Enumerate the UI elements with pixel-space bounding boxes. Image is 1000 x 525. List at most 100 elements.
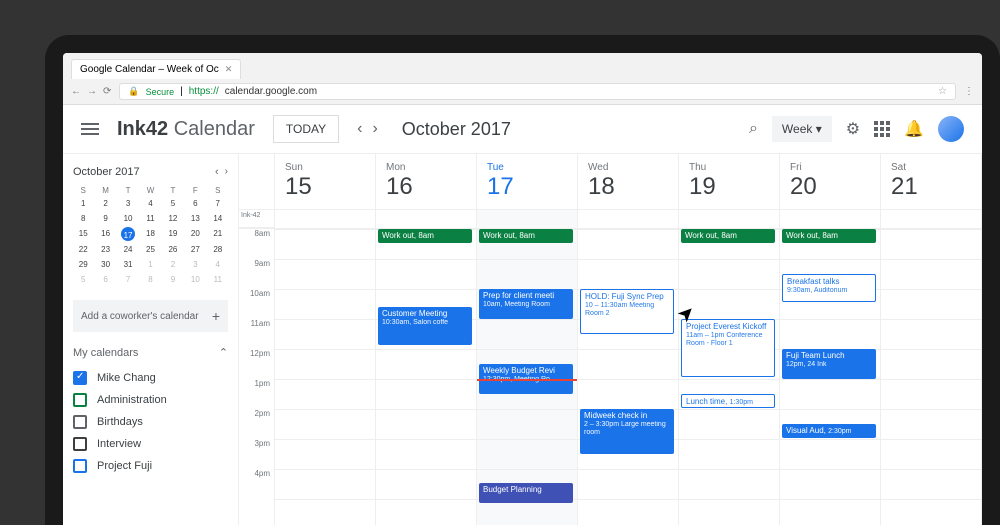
mini-cal-day[interactable]: 22: [73, 243, 93, 256]
calendar-checkbox[interactable]: [73, 459, 87, 473]
mini-cal-day[interactable]: 28: [208, 243, 228, 256]
calendar-item[interactable]: Birthdays: [73, 411, 228, 433]
apps-grid-icon[interactable]: [874, 121, 890, 137]
mini-cal-day[interactable]: 5: [73, 273, 93, 286]
browser-menu-icon[interactable]: ⋮: [964, 86, 974, 97]
collapse-icon[interactable]: ⌃: [219, 346, 228, 359]
mini-cal-day[interactable]: 9: [163, 273, 183, 286]
mini-cal-day[interactable]: 29: [73, 258, 93, 271]
calendar-item[interactable]: Interview: [73, 433, 228, 455]
mini-cal-day[interactable]: 14: [208, 212, 228, 225]
mini-cal-day[interactable]: 4: [208, 258, 228, 271]
mini-cal-day[interactable]: 16: [95, 227, 115, 241]
mini-cal-day[interactable]: 27: [185, 243, 205, 256]
reload-icon[interactable]: ⟳: [103, 86, 111, 97]
mini-cal-day[interactable]: 8: [140, 273, 160, 286]
day-header[interactable]: Sat21: [881, 154, 982, 210]
mini-cal-day[interactable]: 21: [208, 227, 228, 241]
day-header[interactable]: Mon16: [376, 154, 477, 210]
mini-cal-day[interactable]: 12: [163, 212, 183, 225]
day-header[interactable]: Tue17: [477, 154, 578, 210]
add-coworker-calendar[interactable]: Add a coworker's calendar +: [73, 300, 228, 332]
event-hold-fuji[interactable]: HOLD: Fuji Sync Prep10 – 11:30am Meeting…: [580, 289, 674, 334]
event-breakfast-talks[interactable]: Breakfast talks9:30am, Auditorium: [782, 274, 876, 302]
mini-cal-day[interactable]: 7: [118, 273, 138, 286]
mini-cal-day[interactable]: 26: [163, 243, 183, 256]
day-header[interactable]: Fri20: [780, 154, 881, 210]
mini-cal-day[interactable]: 4: [140, 197, 160, 210]
mini-cal-day[interactable]: 24: [118, 243, 138, 256]
event-workout[interactable]: Work out, 8am: [479, 229, 573, 243]
view-selector[interactable]: Week ▾: [772, 116, 832, 142]
day-column-mon[interactable]: Work out, 8am Customer Meeting10:30am, S…: [376, 229, 477, 525]
day-header[interactable]: Thu19: [679, 154, 780, 210]
mini-cal-day[interactable]: 15: [73, 227, 93, 241]
event-workout[interactable]: Work out, 8am: [378, 229, 472, 243]
event-lunch-time[interactable]: Lunch time, 1:30pm: [681, 394, 775, 408]
day-column-fri[interactable]: Work out, 8am Breakfast talks9:30am, Aud…: [780, 229, 881, 525]
mini-cal-day[interactable]: 2: [95, 197, 115, 210]
event-customer-meeting[interactable]: Customer Meeting10:30am, Salon coffe: [378, 307, 472, 345]
settings-gear-icon[interactable]: ⚙: [846, 119, 860, 139]
event-prep-client[interactable]: Prep for client meeti10am, Meeting Room: [479, 289, 573, 319]
event-fuji-lunch[interactable]: Fuji Team Lunch12pm, 24 Ink: [782, 349, 876, 379]
day-column-thu[interactable]: Work out, 8am Project Everest Kickoff11a…: [679, 229, 780, 525]
search-icon[interactable]: ⌕: [749, 120, 758, 138]
calendar-checkbox[interactable]: [73, 415, 87, 429]
event-midweek-checkin[interactable]: Midweek check in2 – 3:30pm Large meeting…: [580, 409, 674, 454]
prev-period-icon[interactable]: ‹: [357, 120, 362, 138]
calendar-checkbox[interactable]: [73, 437, 87, 451]
day-header[interactable]: Wed18: [578, 154, 679, 210]
mini-cal-day[interactable]: 8: [73, 212, 93, 225]
calendar-item[interactable]: Administration: [73, 389, 228, 411]
browser-tab[interactable]: Google Calendar – Week of Oc ✕: [71, 59, 241, 79]
event-workout[interactable]: Work out, 8am: [782, 229, 876, 243]
mini-cal-day[interactable]: 11: [208, 273, 228, 286]
mini-cal-day[interactable]: 9: [95, 212, 115, 225]
mini-cal-day[interactable]: 18: [140, 227, 160, 241]
day-column-tue[interactable]: Work out, 8am Prep for client meeti10am,…: [477, 229, 578, 525]
user-avatar[interactable]: [938, 116, 964, 142]
back-icon[interactable]: ←: [71, 86, 81, 97]
mini-cal-day[interactable]: 1: [73, 197, 93, 210]
mini-cal-day[interactable]: 20: [185, 227, 205, 241]
day-column-wed[interactable]: HOLD: Fuji Sync Prep10 – 11:30am Meeting…: [578, 229, 679, 525]
next-period-icon[interactable]: ›: [372, 120, 377, 138]
mini-cal-day[interactable]: 17: [121, 227, 135, 241]
mini-cal-day[interactable]: 3: [118, 197, 138, 210]
notifications-bell-icon[interactable]: 🔔: [904, 119, 924, 139]
mini-cal-day[interactable]: 6: [95, 273, 115, 286]
mini-calendar[interactable]: SMTWTFS123456789101112131415161718192021…: [73, 186, 228, 286]
mini-cal-day[interactable]: 19: [163, 227, 183, 241]
close-tab-icon[interactable]: ✕: [225, 64, 233, 75]
calendar-item[interactable]: Mike Chang: [73, 367, 228, 389]
plus-icon[interactable]: +: [212, 308, 220, 324]
event-visual-aud[interactable]: Visual Aud, 2:30pm: [782, 424, 876, 438]
day-column-sun[interactable]: [275, 229, 376, 525]
mini-cal-day[interactable]: 30: [95, 258, 115, 271]
mini-cal-prev-icon[interactable]: ‹: [215, 166, 219, 178]
mini-cal-day[interactable]: 5: [163, 197, 183, 210]
mini-cal-next-icon[interactable]: ›: [225, 166, 228, 178]
bookmark-star-icon[interactable]: ☆: [938, 86, 947, 97]
mini-cal-day[interactable]: 6: [185, 197, 205, 210]
mini-cal-day[interactable]: 23: [95, 243, 115, 256]
mini-cal-day[interactable]: 31: [118, 258, 138, 271]
mini-cal-day[interactable]: 10: [185, 273, 205, 286]
mini-cal-day[interactable]: 13: [185, 212, 205, 225]
event-workout[interactable]: Work out, 8am: [681, 229, 775, 243]
mini-cal-day[interactable]: 10: [118, 212, 138, 225]
event-budget-planning[interactable]: Budget Planning: [479, 483, 573, 503]
calendar-checkbox[interactable]: [73, 371, 87, 385]
event-project-everest[interactable]: Project Everest Kickoff11am – 1pm Confer…: [681, 319, 775, 377]
mini-cal-day[interactable]: 3: [185, 258, 205, 271]
day-column-sat[interactable]: [881, 229, 982, 525]
today-button[interactable]: TODAY: [273, 115, 339, 143]
address-bar[interactable]: 🔒 Secure | https://calendar.google.com ☆: [119, 83, 956, 100]
mini-cal-day[interactable]: 1: [140, 258, 160, 271]
day-header[interactable]: Sun15: [275, 154, 376, 210]
mini-cal-day[interactable]: 7: [208, 197, 228, 210]
calendar-item[interactable]: Project Fuji: [73, 455, 228, 477]
mini-cal-day[interactable]: 25: [140, 243, 160, 256]
mini-cal-day[interactable]: 2: [163, 258, 183, 271]
